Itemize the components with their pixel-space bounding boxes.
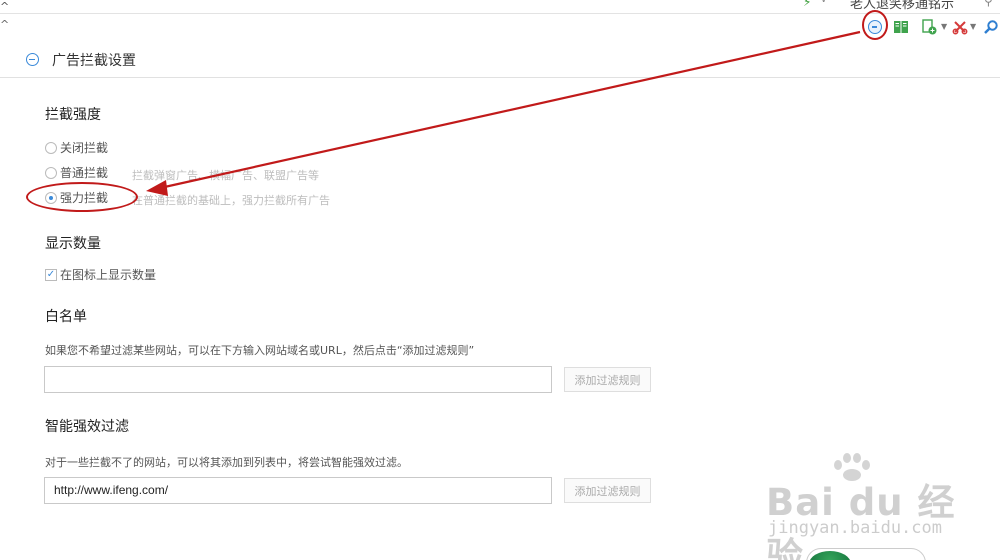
whitelist-input[interactable] [44, 366, 552, 393]
add-page-dropdown-icon[interactable]: ▼ [941, 22, 947, 31]
scissors-icon[interactable] [951, 18, 969, 36]
whitelist-description: 如果您不希望过滤某些网站，可以在下方输入网站域名或URL，然后点击“添加过滤规则… [45, 344, 475, 357]
address-hint-text: 老人退笑移通铭示 [850, 0, 955, 12]
highlight-circle-selection [26, 182, 138, 212]
option-normal-blocking[interactable]: 普通拦截 [45, 164, 108, 181]
page-title: 广告拦截设置 [52, 53, 136, 69]
option-label: 普通拦截 [60, 166, 109, 180]
smart-filter-section-title: 智能强效过滤 [45, 419, 129, 435]
whitelist-add-rule-button[interactable]: 添加过滤规则 [564, 367, 651, 392]
option-normal-description: 拦截弹窗广告、横幅广告、联盟广告等 [132, 169, 319, 182]
reading-book-icon[interactable] [892, 18, 910, 36]
option-strong-description: 在普通拦截的基础上，强力拦截所有广告 [132, 194, 330, 207]
show-count-option[interactable]: ✓ 在图标上显示数量 [45, 266, 156, 283]
checkbox-checked[interactable]: ✓ [45, 268, 57, 281]
lightning-icon[interactable]: ⚡ [803, 0, 811, 9]
chevron-down-icon[interactable]: ∨ [820, 0, 827, 5]
baidu-jingyan-watermark: Bai du 经验 jingyan.baidu.com [760, 450, 960, 560]
bottom-toggle-button[interactable] [806, 548, 926, 560]
smart-filter-description: 对于一些拦截不了的网站，可以将其添加到列表中，将尝试智能强效过滤。 [45, 456, 408, 469]
intensity-section-title: 拦截强度 [45, 107, 101, 123]
whitelist-section-title: 白名单 [45, 309, 87, 325]
smart-filter-add-rule-button[interactable]: 添加过滤规则 [564, 478, 651, 503]
toggle-knob[interactable] [809, 551, 851, 560]
watermark-url: jingyan.baidu.com [768, 518, 942, 538]
settings-header: 广告拦截设置 [0, 40, 1000, 78]
magnifier-icon[interactable]: ⚲ [984, 0, 993, 8]
search-icon[interactable] [982, 18, 1000, 36]
radio-button[interactable] [45, 166, 57, 179]
watermark-brand: Bai du 经验 [766, 481, 956, 560]
count-section-title: 显示数量 [45, 236, 101, 252]
radio-button[interactable] [45, 141, 57, 154]
option-disable-blocking[interactable]: 关闭拦截 [45, 139, 108, 156]
highlight-circle-toolbar [862, 10, 888, 40]
add-page-icon[interactable] [920, 18, 938, 36]
option-label: 关闭拦截 [60, 141, 109, 155]
scissors-dropdown-icon[interactable]: ▼ [970, 22, 976, 31]
browser-toolbar: ^ ▼ ▼ [0, 15, 1000, 38]
caret-icon[interactable]: ^ [0, 18, 9, 31]
smart-filter-input[interactable]: http://www.ifeng.com/ [44, 477, 552, 504]
adblock-icon [26, 53, 39, 66]
checkbox-label: 在图标上显示数量 [60, 268, 157, 282]
left-caret-icon[interactable]: ^ [0, 0, 9, 13]
browser-address-strip: ^ ⚡ ∨ 老人退笑移通铭示 ⚲ [0, 0, 1000, 14]
